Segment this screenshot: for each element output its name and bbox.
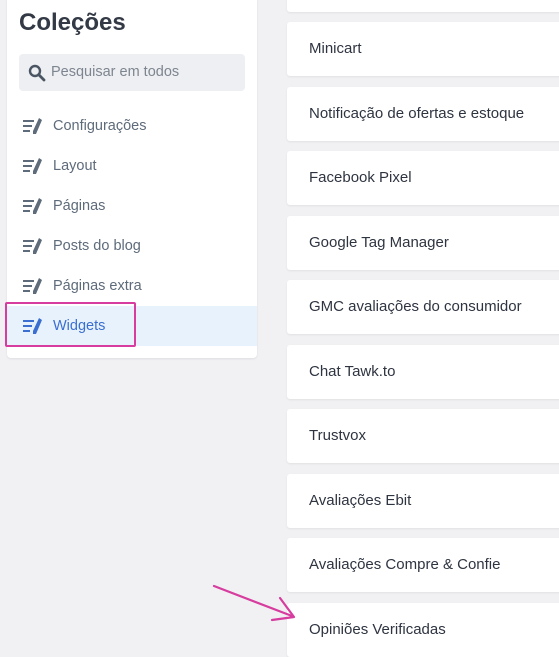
widget-card-minicart[interactable]: Minicart bbox=[287, 22, 559, 76]
sidebar-item-posts-do-blog[interactable]: Posts do blog bbox=[7, 226, 257, 266]
sidebar-title: Coleções bbox=[19, 9, 126, 36]
widget-card-label: Avaliações Compre & Confie bbox=[309, 556, 501, 573]
sidebar-item-paginas-extra[interactable]: Páginas extra bbox=[7, 266, 257, 306]
widget-card-label: Avaliações Ebit bbox=[309, 492, 412, 509]
widget-card-label: Google Tag Manager bbox=[309, 234, 449, 251]
sidebar-item-label: Posts do blog bbox=[53, 238, 141, 254]
search-placeholder: Pesquisar em todos bbox=[51, 64, 180, 80]
sidebar-item-label: Configurações bbox=[53, 118, 147, 134]
widget-card-label: Facebook Pixel bbox=[309, 169, 412, 186]
widget-card-gmc[interactable]: GMC avaliações do consumidor bbox=[287, 280, 559, 334]
sidebar-item-label: Páginas bbox=[53, 198, 106, 214]
widget-card-notificacao[interactable]: Notificação de ofertas e estoque bbox=[287, 87, 559, 141]
widget-card-label: Trustvox bbox=[309, 427, 366, 444]
widget-card-trustvox[interactable]: Trustvox bbox=[287, 409, 559, 463]
search-icon bbox=[28, 64, 46, 82]
annotation-arrow-icon bbox=[212, 584, 296, 622]
collection-icon bbox=[23, 158, 42, 174]
widget-card-label: Minicart bbox=[309, 40, 362, 57]
widget-card-opinioes-verificadas[interactable]: Opiniões Verificadas bbox=[287, 603, 559, 657]
collection-icon bbox=[23, 278, 42, 294]
widget-card-google-tag-manager[interactable]: Google Tag Manager bbox=[287, 216, 559, 270]
widget-card-facebook-pixel[interactable]: Facebook Pixel bbox=[287, 151, 559, 205]
widget-card-label: Notificação de ofertas e estoque bbox=[309, 105, 525, 122]
sidebar-item-layout[interactable]: Layout bbox=[7, 146, 257, 186]
widget-card-avaliacoes-ebit[interactable]: Avaliações Ebit bbox=[287, 474, 559, 528]
widget-card-label: GMC avaliações do consumidor bbox=[309, 298, 522, 315]
widget-card-chat-tawk[interactable]: Chat Tawk.to bbox=[287, 345, 559, 399]
widget-card-partial[interactable] bbox=[287, 0, 559, 12]
sidebar-item-paginas[interactable]: Páginas bbox=[7, 186, 257, 226]
widgets-highlight-box bbox=[5, 302, 136, 347]
sidebar-item-label: Páginas extra bbox=[53, 278, 142, 294]
sidebar-item-label: Layout bbox=[53, 158, 97, 174]
collection-icon bbox=[23, 118, 42, 134]
widget-card-label: Chat Tawk.to bbox=[309, 363, 396, 380]
widget-card-compre-confie[interactable]: Avaliações Compre & Confie bbox=[287, 538, 559, 592]
collection-icon bbox=[23, 198, 42, 214]
sidebar-item-configuracoes[interactable]: Configurações bbox=[7, 106, 257, 146]
collection-icon bbox=[23, 238, 42, 254]
widget-card-label: Opiniões Verificadas bbox=[309, 621, 446, 638]
search-input[interactable]: Pesquisar em todos bbox=[19, 54, 245, 91]
